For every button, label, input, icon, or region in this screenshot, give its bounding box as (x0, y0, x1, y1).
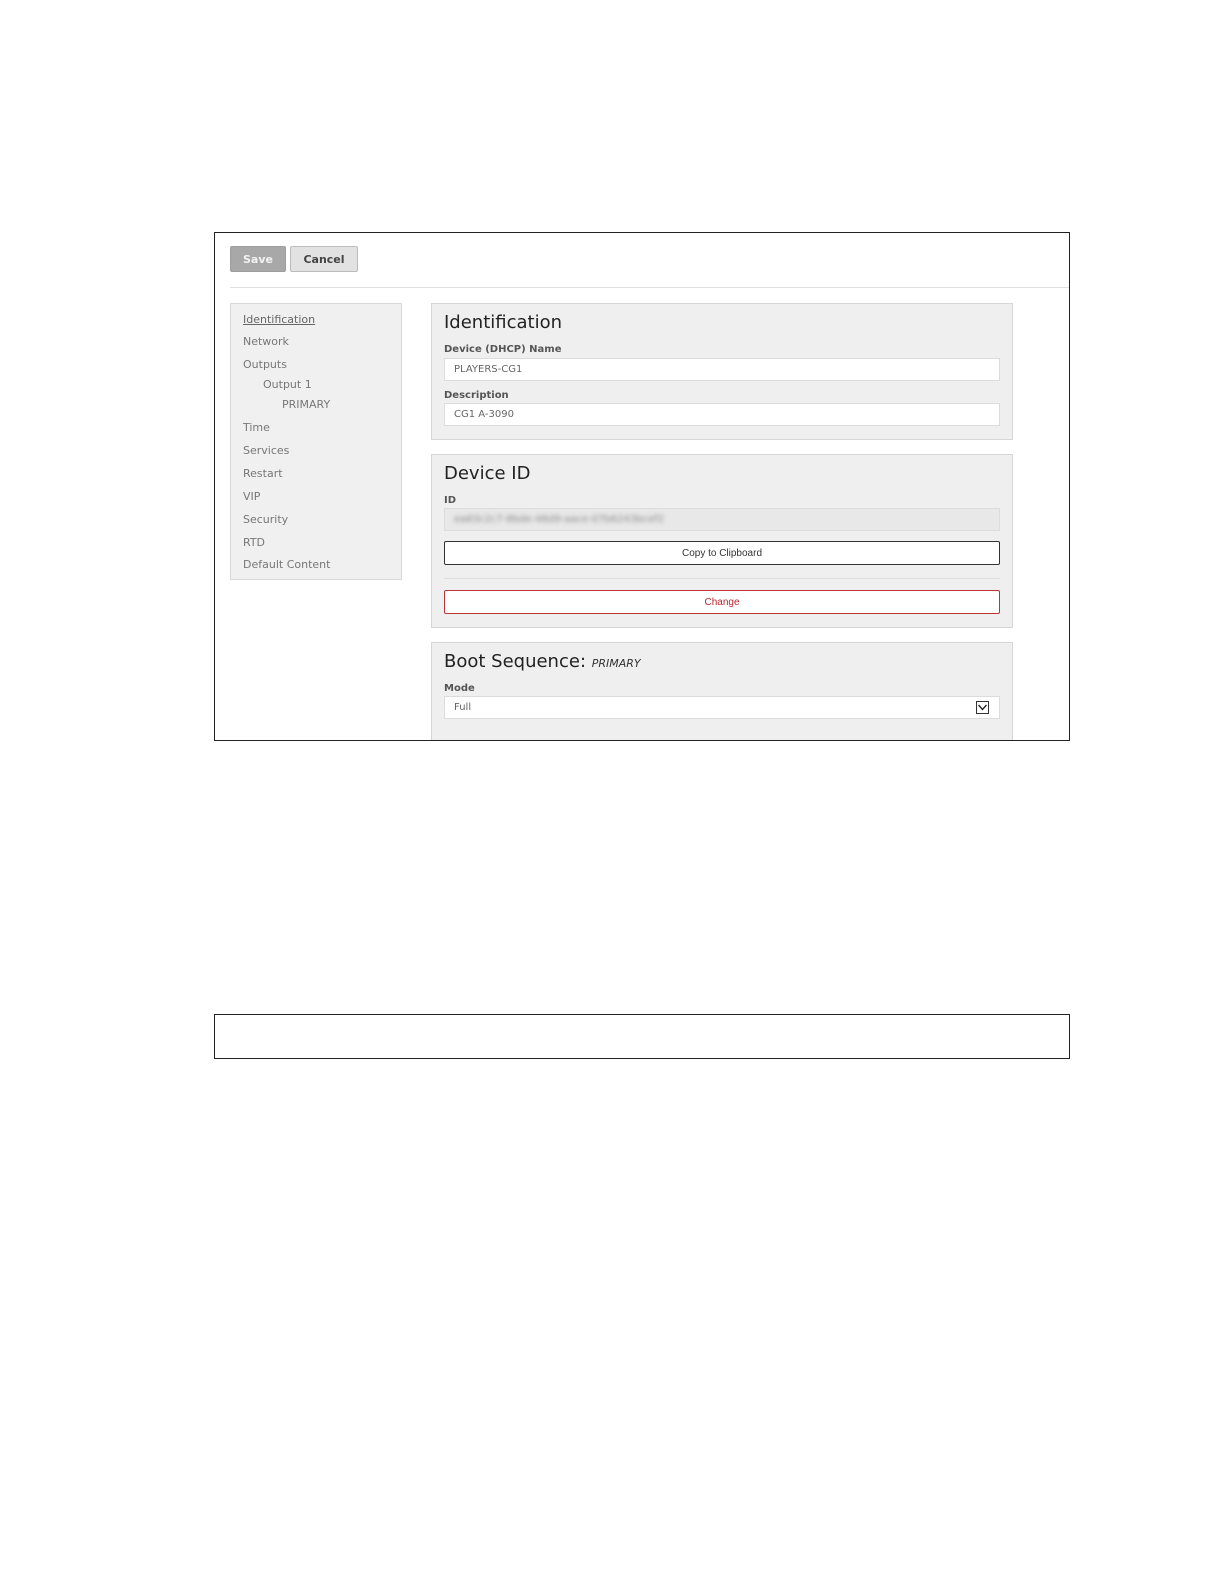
id-label: ID (444, 495, 457, 506)
device-id-divider (444, 578, 1000, 579)
toolbar-divider (230, 287, 1069, 288)
mode-select[interactable]: Full (444, 696, 1000, 719)
screenshot-frame: Save Cancel Identification Network Outpu… (214, 232, 1070, 741)
sidebar-item-time[interactable]: Time (243, 421, 270, 434)
description-label: Description (444, 390, 509, 401)
mode-select-value: Full (454, 702, 472, 713)
sidebar-item-outputs[interactable]: Outputs (243, 358, 287, 371)
sidebar-item-security[interactable]: Security (243, 513, 288, 526)
change-button[interactable]: Change (444, 590, 1000, 614)
sidebar-item-network[interactable]: Network (243, 335, 289, 348)
boot-sequence-title-text: Boot Sequence: (444, 651, 587, 672)
boot-sequence-subtitle: PRIMARY (591, 657, 641, 670)
boot-sequence-title: Boot Sequence: PRIMARY (444, 651, 641, 672)
sidebar-item-vip[interactable]: VIP (243, 490, 260, 503)
sidebar-item-rtd[interactable]: RTD (243, 536, 265, 549)
identification-panel: Identification Device (DHCP) Name Descri… (431, 303, 1013, 440)
empty-caption-box (214, 1014, 1070, 1059)
chevron-down-icon[interactable] (976, 701, 989, 714)
mode-label: Mode (444, 683, 475, 694)
boot-sequence-panel: Boot Sequence: PRIMARY Mode Full (431, 642, 1013, 740)
cancel-button[interactable]: Cancel (290, 246, 358, 272)
sidebar-nav: Identification Network Outputs Output 1 … (230, 303, 402, 580)
device-id-title: Device ID (444, 463, 531, 484)
sidebar-item-default-content[interactable]: Default Content (243, 558, 330, 571)
id-field[interactable]: ea83c2c7-8bde-48d9-aace-07b6243bcef2 (444, 508, 1000, 531)
id-value: ea83c2c7-8bde-48d9-aace-07b6243bcef2 (454, 514, 665, 525)
sidebar-item-primary[interactable]: PRIMARY (282, 398, 330, 411)
sidebar-item-services[interactable]: Services (243, 444, 289, 457)
copy-to-clipboard-button[interactable]: Copy to Clipboard (444, 541, 1000, 565)
sidebar-item-restart[interactable]: Restart (243, 467, 283, 480)
sidebar-item-identification[interactable]: Identification (243, 313, 315, 326)
device-name-label: Device (DHCP) Name (444, 344, 562, 355)
description-input[interactable] (444, 403, 1000, 426)
identification-title: Identification (444, 312, 563, 333)
device-id-panel: Device ID ID ea83c2c7-8bde-48d9-aace-07b… (431, 454, 1013, 628)
save-button[interactable]: Save (230, 246, 286, 272)
device-name-input[interactable] (444, 358, 1000, 381)
sidebar-item-output-1[interactable]: Output 1 (263, 378, 312, 391)
